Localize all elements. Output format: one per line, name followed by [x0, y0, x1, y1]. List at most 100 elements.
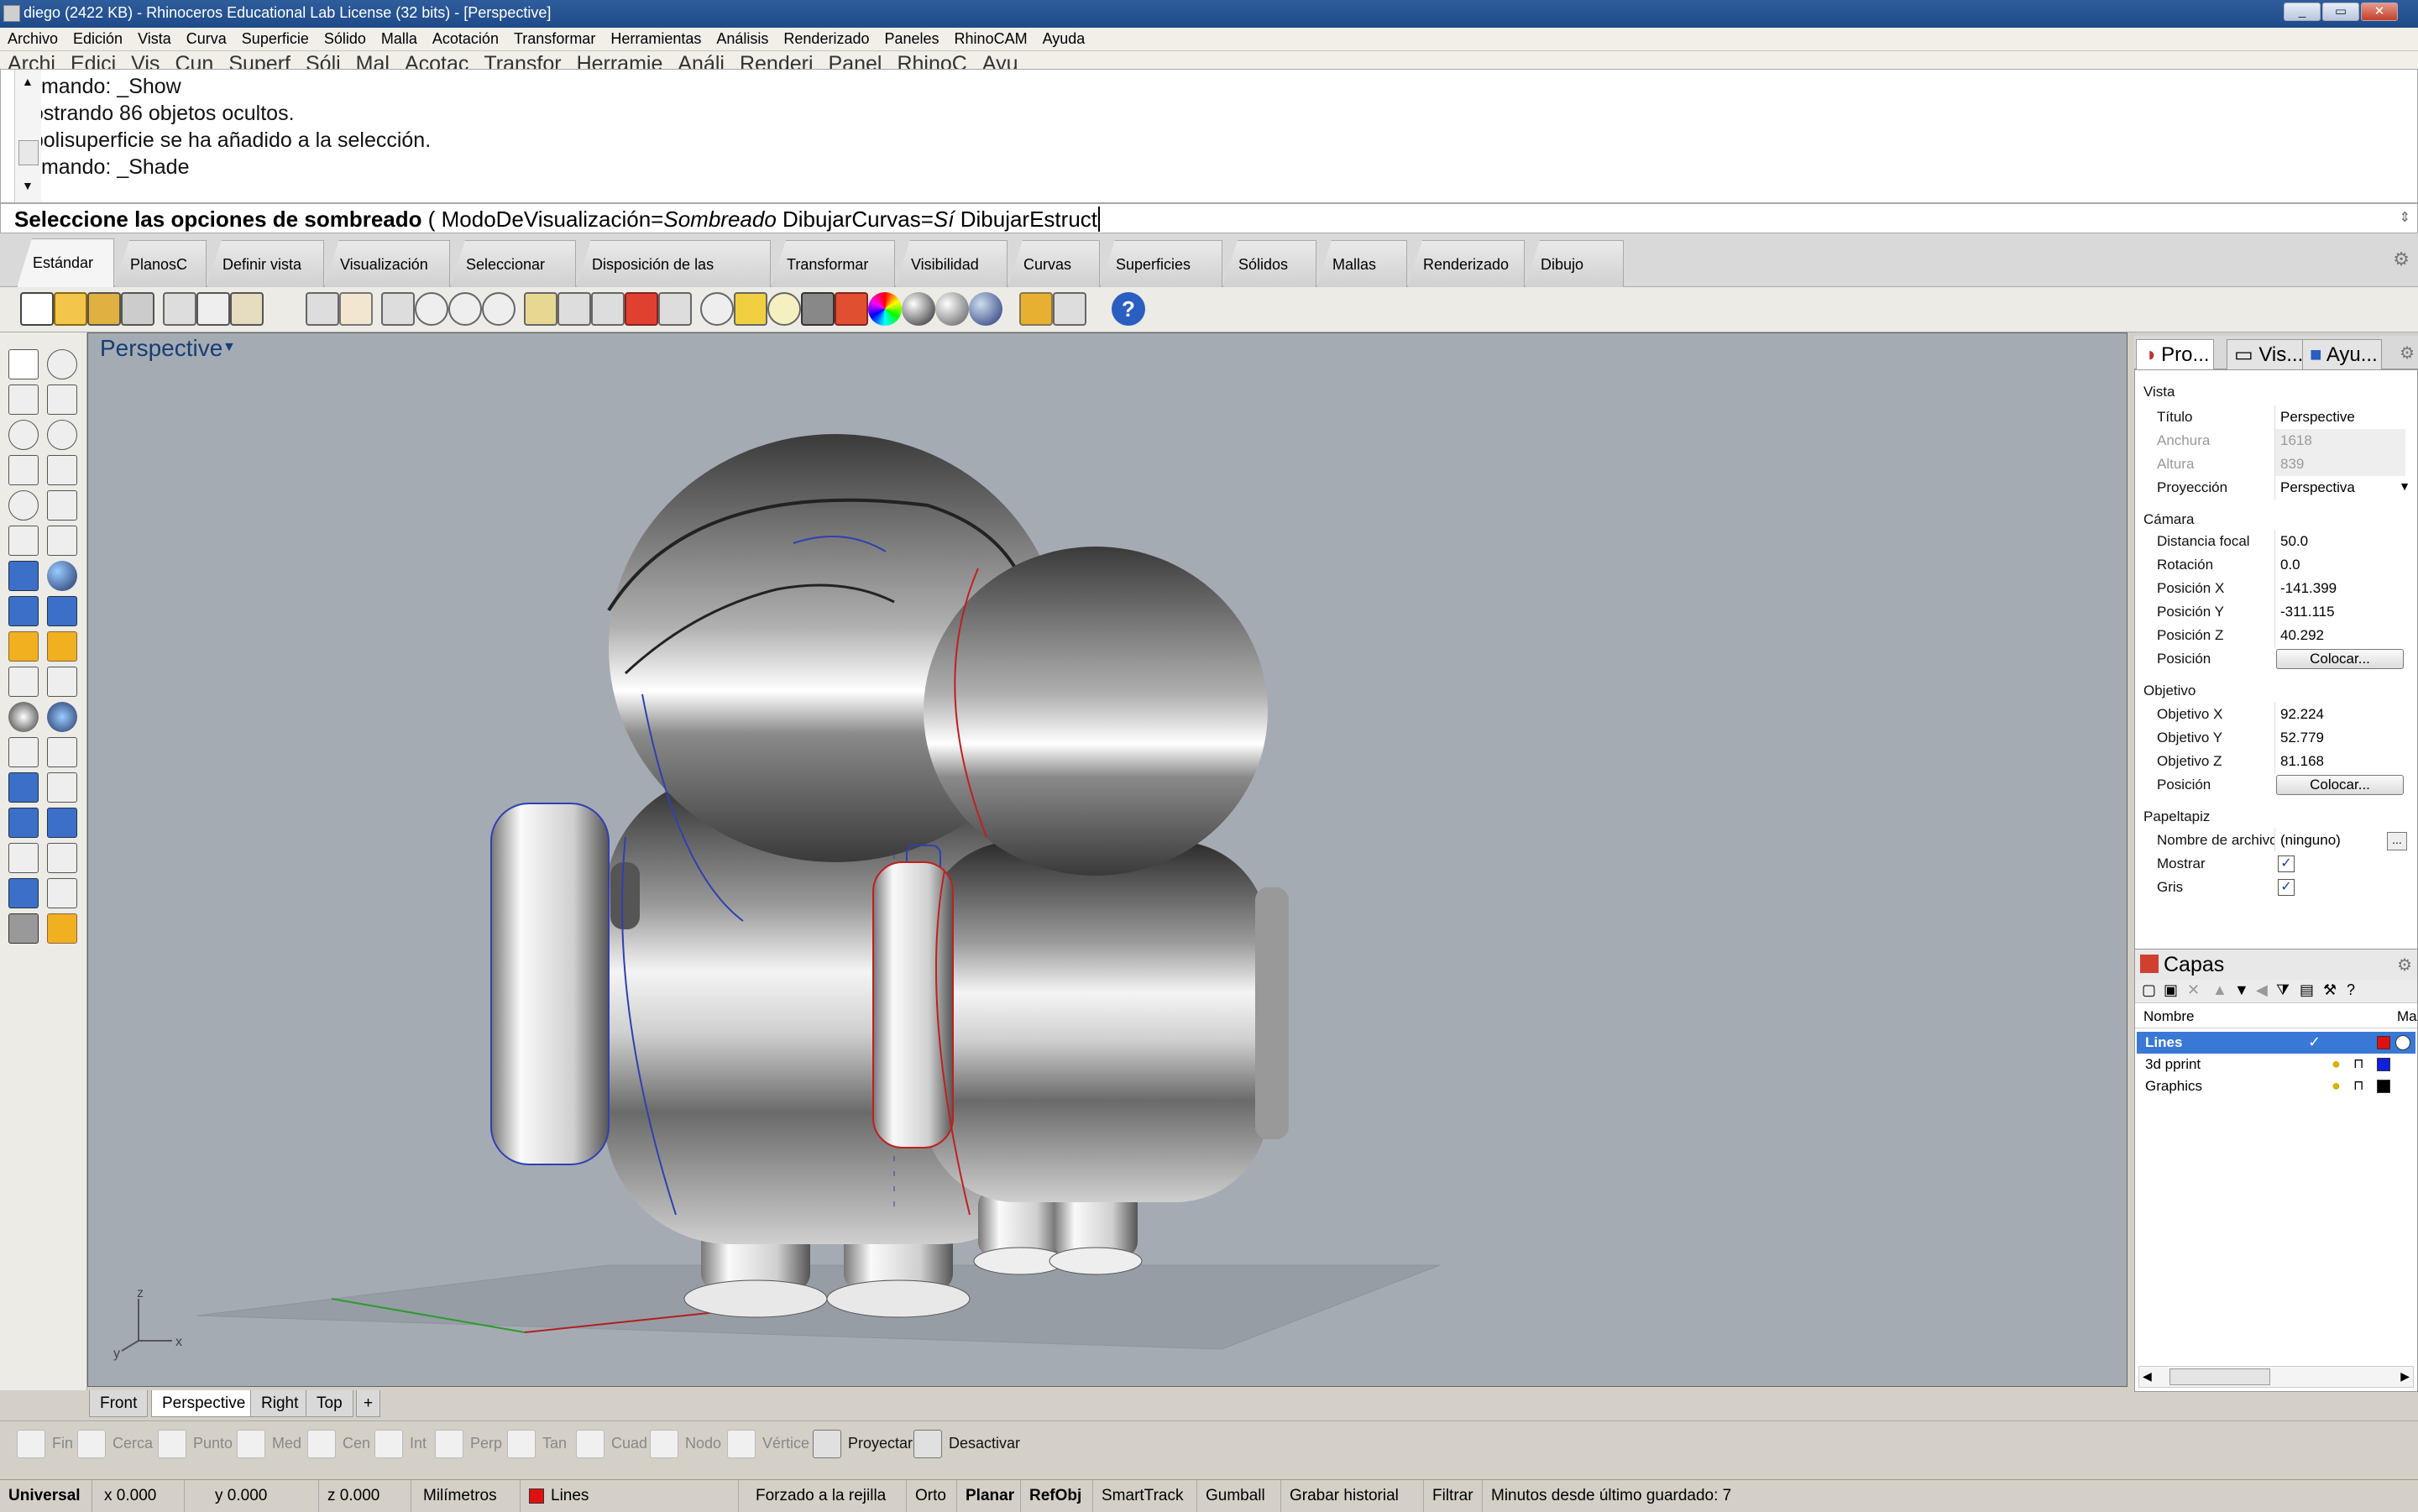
- show-wallpaper-checkbox[interactable]: ✓: [2278, 855, 2295, 872]
- tab-right-view[interactable]: Right: [250, 1390, 310, 1417]
- new-layer-icon[interactable]: ▢: [2142, 981, 2156, 999]
- menu-vista[interactable]: Vista: [130, 28, 179, 50]
- block-icon[interactable]: [8, 808, 39, 838]
- minimize-button[interactable]: _: [2284, 3, 2321, 21]
- option-draw-wire[interactable]: DibujarEstruct: [955, 207, 1097, 232]
- join-icon[interactable]: [8, 702, 39, 732]
- ellipse-icon[interactable]: [47, 420, 77, 450]
- osnap-cerca[interactable]: Cerca: [77, 1430, 153, 1458]
- zoom-extents-icon[interactable]: [482, 292, 516, 326]
- unlock-icon[interactable]: ⊓: [2353, 1055, 2363, 1072]
- checkbox[interactable]: [913, 1430, 942, 1458]
- osnap-med[interactable]: Med: [237, 1430, 301, 1458]
- unlock-icon[interactable]: ⊓: [2353, 1077, 2363, 1094]
- osnap-int[interactable]: Int: [374, 1430, 427, 1458]
- mesh-icon[interactable]: [47, 808, 77, 838]
- menu-solido[interactable]: Sólido: [317, 28, 374, 50]
- osnap-tan[interactable]: Tan: [507, 1430, 567, 1458]
- filter-toggle[interactable]: Filtrar: [1424, 1480, 1483, 1512]
- layer-row-3d-pprint[interactable]: 3d pprint ● ⊓: [2137, 1054, 2415, 1075]
- paste-icon[interactable]: [230, 292, 264, 326]
- curve-icon[interactable]: [47, 385, 77, 415]
- render-icon[interactable]: [969, 292, 1002, 326]
- print-icon[interactable]: [121, 292, 154, 326]
- group-icon[interactable]: [47, 702, 77, 732]
- tab-transformar[interactable]: Transformar: [771, 240, 895, 287]
- viewport-title[interactable]: Perspective: [100, 335, 222, 362]
- tab-dibujo[interactable]: Dibujo: [1525, 240, 1624, 287]
- select-arrow-icon[interactable]: [8, 349, 39, 379]
- checkbox[interactable]: [158, 1430, 186, 1458]
- layer-color-swatch[interactable]: [2377, 1080, 2390, 1093]
- layer-states-icon[interactable]: ▤: [2300, 981, 2314, 999]
- scale-icon[interactable]: [47, 843, 77, 873]
- tab-seleccionar[interactable]: Seleccionar: [450, 240, 576, 287]
- help-icon[interactable]: ?: [1112, 292, 1145, 326]
- place-target-button[interactable]: Colocar...: [2276, 775, 2404, 795]
- menu-acotacion[interactable]: Acotación: [425, 28, 506, 50]
- material-icon[interactable]: [2395, 1035, 2410, 1050]
- tab-curvas[interactable]: Curvas: [1008, 240, 1100, 287]
- tab-properties[interactable]: ◑ Pro...: [2136, 339, 2214, 369]
- polygon-icon[interactable]: [8, 455, 39, 485]
- menu-superficie[interactable]: Superficie: [234, 28, 317, 50]
- osnap-cen[interactable]: Cen: [307, 1430, 370, 1458]
- gray-wallpaper-checkbox[interactable]: ✓: [2278, 879, 2295, 896]
- history-scrollbar[interactable]: ▲ ▼: [14, 70, 41, 202]
- undo-icon[interactable]: [306, 292, 339, 326]
- viewport-menu-icon[interactable]: ▼: [222, 340, 236, 355]
- layers-help-icon[interactable]: ?: [2347, 981, 2355, 999]
- menu-ayuda[interactable]: Ayuda: [1035, 28, 1093, 50]
- current-layer-check-icon[interactable]: ✓: [2308, 1033, 2321, 1051]
- grid-snap-toggle[interactable]: Forzado a la rejilla: [747, 1480, 907, 1512]
- place-camera-button[interactable]: Colocar...: [2276, 649, 2404, 669]
- color-wheel-icon[interactable]: [868, 292, 902, 326]
- focal-length-field[interactable]: 50.0: [2274, 530, 2405, 553]
- lightbulb-icon[interactable]: [767, 292, 801, 326]
- open-file-icon[interactable]: [54, 292, 87, 326]
- layer-row-lines[interactable]: Lines ✓: [2137, 1032, 2415, 1054]
- menu-paneles[interactable]: Paneles: [877, 28, 946, 50]
- array-icon[interactable]: [8, 843, 39, 873]
- checkbox[interactable]: [650, 1430, 678, 1458]
- osnap-proyectar[interactable]: Proyectar: [813, 1430, 913, 1458]
- checkbox[interactable]: [507, 1430, 536, 1458]
- analyze-icon[interactable]: [8, 878, 39, 908]
- current-layer-status[interactable]: Lines: [521, 1480, 739, 1512]
- menu-analisis[interactable]: Análisis: [709, 28, 776, 50]
- gumball-toggle[interactable]: Gumball: [1197, 1480, 1281, 1512]
- arc-icon[interactable]: [8, 490, 39, 521]
- delete-layer-icon[interactable]: ✕: [2187, 981, 2200, 999]
- box-icon[interactable]: [8, 561, 39, 591]
- perspective-viewport[interactable]: z x y Perspective ▼: [87, 332, 2128, 1387]
- pan-hand-icon[interactable]: [339, 292, 373, 326]
- snap-icon[interactable]: [700, 292, 734, 326]
- car-icon[interactable]: [658, 292, 692, 326]
- camera-x-field[interactable]: -141.399: [2274, 577, 2405, 600]
- tab-mallas[interactable]: Mallas: [1316, 240, 1407, 287]
- fillet-icon[interactable]: [8, 526, 39, 556]
- dropdown-arrow-icon[interactable]: ▼: [2399, 479, 2410, 493]
- layer-color-swatch[interactable]: [2377, 1036, 2390, 1049]
- osnap-desactivar[interactable]: Desactivar: [913, 1430, 1020, 1458]
- rendered-sphere-icon[interactable]: [935, 292, 969, 326]
- text-icon[interactable]: [8, 772, 39, 803]
- zoom-icon[interactable]: [415, 292, 448, 326]
- checkbox[interactable]: [813, 1430, 841, 1458]
- move-parent-icon[interactable]: ◀: [2256, 981, 2268, 999]
- cplane-icon[interactable]: [625, 292, 658, 326]
- osnap-punto[interactable]: Punto: [158, 1430, 233, 1458]
- copy-icon[interactable]: [196, 292, 230, 326]
- select-icon[interactable]: [524, 292, 557, 326]
- layer-color-swatch[interactable]: [2377, 1058, 2390, 1071]
- units-status[interactable]: Milímetros: [411, 1480, 521, 1512]
- layers-scrollbar[interactable]: ◀ ▶: [2138, 1366, 2414, 1388]
- move-icon[interactable]: [8, 737, 39, 767]
- add-viewport-icon[interactable]: +: [356, 1390, 381, 1417]
- target-z-field[interactable]: 81.168: [2274, 750, 2405, 773]
- surface-icon[interactable]: [8, 596, 39, 626]
- command-history[interactable]: Comando: _Show Mostrando 86 objetos ocul…: [0, 69, 2418, 203]
- menu-edicion[interactable]: Edición: [65, 28, 130, 50]
- scroll-thumb[interactable]: [2169, 1368, 2270, 1385]
- scroll-thumb[interactable]: [18, 140, 39, 165]
